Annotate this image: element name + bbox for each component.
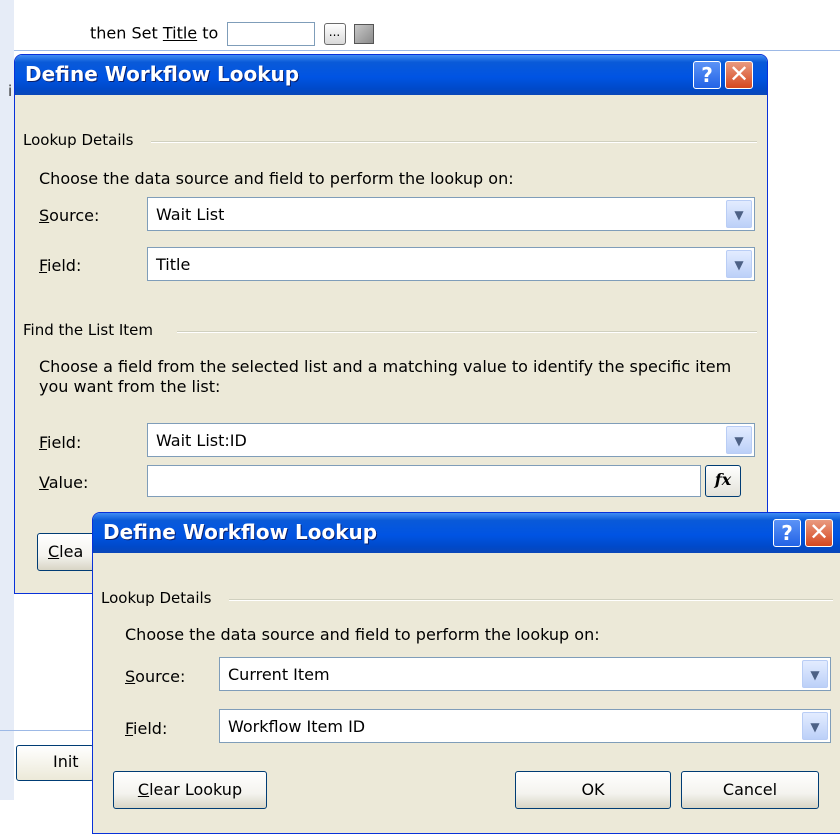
chevron-down-icon[interactable]: ▼ — [726, 200, 752, 228]
ok-button[interactable]: OK — [515, 771, 671, 809]
source-value: Current Item — [228, 665, 330, 684]
cancel-button[interactable]: Cancel — [681, 771, 819, 809]
group-label-lookup-details: Lookup Details — [23, 131, 134, 149]
source-dropdown[interactable]: Current Item ▼ — [219, 657, 831, 691]
chevron-down-icon[interactable]: ▼ — [726, 250, 752, 278]
source-label: Source: — [125, 667, 186, 686]
fx-icon: fx — [714, 470, 732, 489]
designer-bottom-separator — [0, 730, 100, 731]
group-label-find-list-item: Find the List Item — [23, 321, 154, 339]
chevron-down-icon[interactable]: ▼ — [802, 712, 828, 740]
source-dropdown[interactable]: Wait List ▼ — [147, 197, 755, 231]
close-icon: ✕ — [728, 60, 750, 88]
field-label: Field: — [39, 256, 82, 275]
chevron-down-icon[interactable]: ▼ — [726, 426, 752, 454]
ellipsis-button[interactable]: ... — [323, 23, 346, 45]
group-divider — [229, 599, 833, 601]
define-workflow-lookup-dialog-front: Define Workflow Lookup ? ✕ Lookup Detail… — [92, 512, 840, 834]
lookup-instruction: Choose the data source and field to perf… — [125, 625, 600, 644]
sentence-to: to — [202, 23, 219, 43]
dialog-titlebar: Define Workflow Lookup ? ✕ — [15, 55, 767, 95]
group-divider — [151, 141, 757, 143]
help-button[interactable]: ? — [773, 519, 801, 547]
workflow-action-sentence: then Set Title to ... — [90, 22, 374, 46]
help-button[interactable]: ? — [693, 61, 721, 89]
group-divider — [177, 331, 757, 333]
find-field-dropdown[interactable]: Wait List:ID ▼ — [147, 423, 755, 457]
sentence-value-input[interactable] — [227, 22, 316, 46]
dialog-title: Define Workflow Lookup — [25, 62, 300, 86]
sentence-prefix: then Set — [90, 23, 158, 43]
clear-lookup-button[interactable]: Clear Lookup — [113, 771, 267, 809]
group-label-lookup-details: Lookup Details — [101, 589, 212, 607]
close-button[interactable]: ✕ — [725, 61, 753, 89]
value-label: Value: — [39, 473, 89, 492]
builder-icon[interactable] — [353, 24, 374, 44]
field-value: Title — [156, 255, 191, 274]
source-label: Source: — [39, 206, 100, 225]
designer-left-margin — [0, 0, 14, 800]
source-value: Wait List — [156, 205, 225, 224]
find-field-value: Wait List:ID — [156, 431, 247, 450]
background-text-fragment: i — [8, 82, 13, 100]
value-input[interactable] — [147, 465, 701, 497]
find-instruction: Choose a field from the selected list an… — [39, 357, 732, 396]
dialog-title: Define Workflow Lookup — [103, 520, 378, 544]
close-button[interactable]: ✕ — [805, 519, 833, 547]
field-dropdown[interactable]: Workflow Item ID ▼ — [219, 709, 831, 743]
field-value: Workflow Item ID — [228, 717, 366, 736]
help-icon: ? — [781, 521, 793, 545]
find-field-label: Field: — [39, 433, 82, 452]
dialog-client: Lookup Details Choose the data source an… — [97, 553, 840, 829]
lookup-instruction: Choose the data source and field to perf… — [39, 169, 514, 188]
field-label: Field: — [125, 719, 168, 738]
dialog-titlebar: Define Workflow Lookup ? ✕ — [93, 513, 840, 553]
sentence-field-link[interactable]: Title — [163, 24, 197, 43]
help-icon: ? — [701, 63, 713, 87]
initiation-button[interactable]: Init — [16, 745, 94, 781]
function-builder-button[interactable]: fx — [705, 465, 741, 497]
designer-separator — [14, 50, 840, 51]
close-icon: ✕ — [808, 518, 830, 546]
field-dropdown[interactable]: Title ▼ — [147, 247, 755, 281]
chevron-down-icon[interactable]: ▼ — [802, 660, 828, 688]
